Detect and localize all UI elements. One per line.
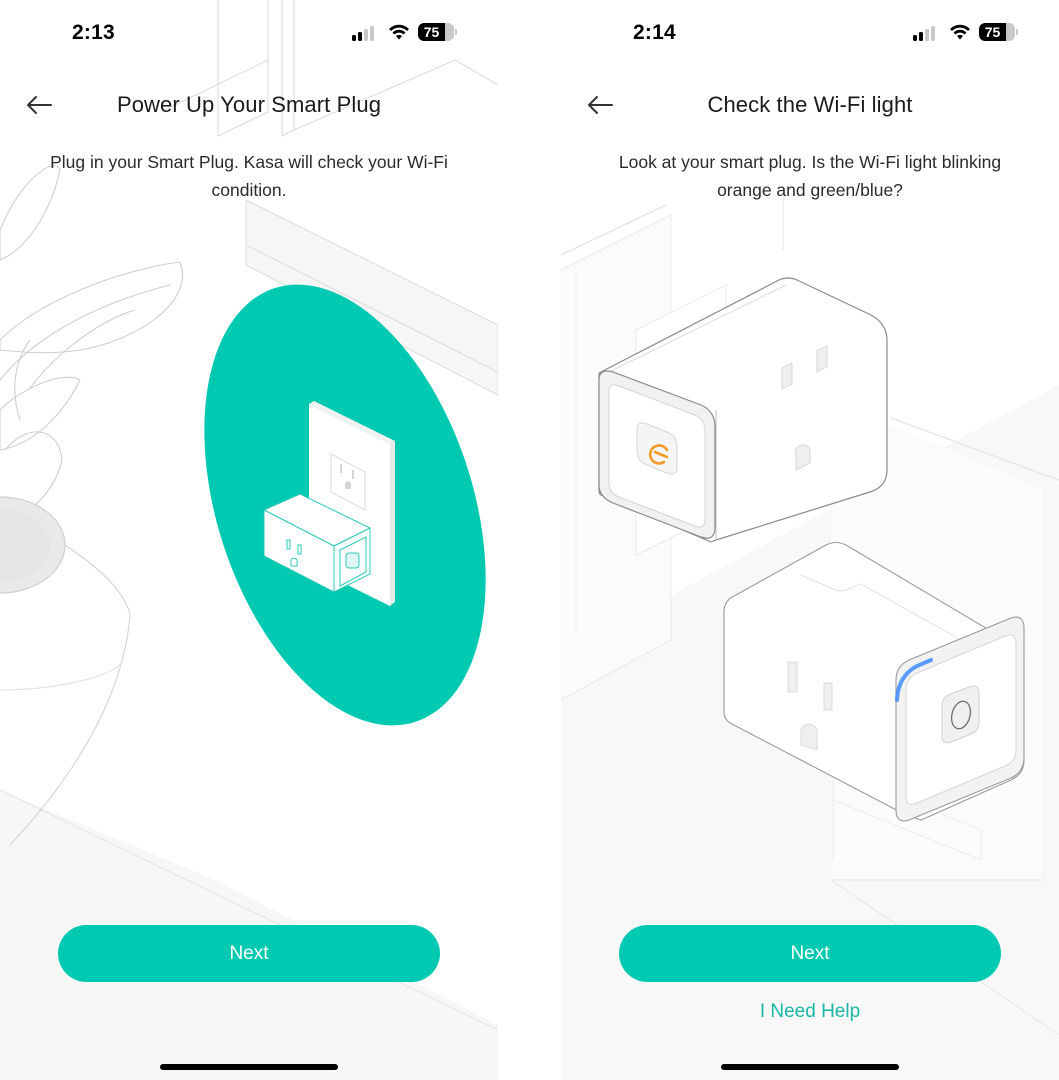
next-button[interactable]: Next — [58, 925, 440, 982]
page-title: Power Up Your Smart Plug — [116, 92, 382, 117]
battery-nub — [1016, 29, 1018, 35]
wifi-icon — [389, 24, 409, 40]
battery-percent: 75 — [984, 24, 1001, 40]
wifi-icon — [950, 24, 970, 40]
home-indicator — [160, 1064, 338, 1070]
instruction-text: Plug in your Smart Plug. Kasa will check… — [50, 152, 448, 200]
battery-percent: 75 — [423, 24, 440, 40]
nav-header: Check the Wi-Fi light — [561, 86, 1059, 128]
cellular-signal-icon — [913, 25, 939, 41]
screen-power-up: 2:13 75 Power Up Your Smart Plug Plug in… — [0, 0, 498, 1080]
home-indicator — [721, 1064, 899, 1070]
screen-divider — [498, 0, 561, 1080]
battery-nub — [455, 29, 457, 35]
plant-pot — [0, 496, 131, 846]
status-bar: 2:14 75 — [561, 0, 1059, 60]
screen-check-wifi-light: 2:14 75 Check the Wi-Fi light Look at yo… — [561, 0, 1059, 1080]
need-help-link[interactable]: I Need Help — [561, 1001, 1059, 1023]
battery-icon: 75 — [418, 23, 454, 41]
status-time: 2:14 — [633, 21, 676, 44]
status-time: 2:13 — [72, 21, 115, 44]
status-icons: 75 — [352, 23, 462, 45]
cellular-signal-icon — [352, 25, 378, 41]
battery-icon: 75 — [979, 23, 1015, 41]
nav-header: Power Up Your Smart Plug — [0, 86, 498, 128]
status-bar: 2:13 75 — [0, 0, 498, 60]
plant — [0, 165, 183, 511]
instruction-text: Look at your smart plug. Is the Wi-Fi li… — [618, 152, 1002, 200]
status-icons: 75 — [913, 23, 1023, 45]
next-button[interactable]: Next — [619, 925, 1001, 982]
page-title: Check the Wi-Fi light — [707, 92, 913, 117]
